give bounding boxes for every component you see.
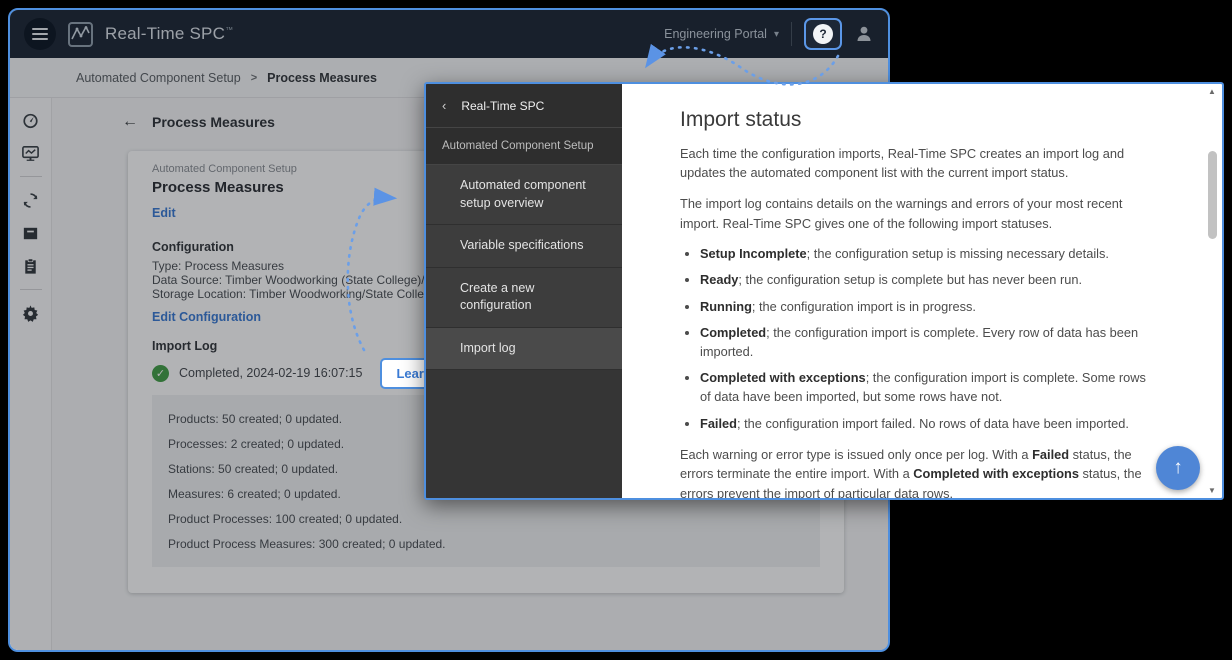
help-nav-back[interactable]: ‹ Real-Time SPC [426,84,622,128]
bullet-setup-incomplete: Setup Incomplete; the configuration setu… [700,245,1156,264]
help-nav-item-overview[interactable]: Automated component setup overview [426,165,622,225]
chevron-left-icon: ‹ [442,98,446,113]
help-panel: ‹ Real-Time SPC Automated Component Setu… [424,82,1224,500]
bullet-ready: Ready; the configuration setup is comple… [700,271,1156,290]
help-button[interactable]: ? [804,18,842,50]
bullet-completed: Completed; the configuration import is c… [700,324,1156,361]
bullet-failed: Failed; the configuration import failed.… [700,415,1156,434]
help-nav-section-label: Automated Component Setup [426,128,622,165]
help-icon: ? [813,24,833,44]
help-nav-item-variable-specs[interactable]: Variable specifications [426,225,622,268]
scrollbar-thumb[interactable] [1208,151,1217,239]
scroll-down-icon[interactable]: ▼ [1208,486,1216,495]
status-bullet-list: Setup Incomplete; the configuration setu… [680,245,1156,433]
article-paragraph-2: The import log contains details on the w… [680,194,1156,232]
article-paragraph-1: Each time the configuration imports, Rea… [680,144,1156,182]
bullet-completed-with-exceptions: Completed with exceptions; the configura… [700,369,1156,406]
up-arrow-icon: ↑ [1173,457,1183,479]
help-nav: ‹ Real-Time SPC Automated Component Setu… [426,84,622,498]
article-paragraph-3: Each warning or error type is issued onl… [680,445,1156,500]
help-nav-item-create-config[interactable]: Create a new configuration [426,268,622,328]
scroll-up-icon[interactable]: ▲ [1208,87,1216,96]
help-nav-back-label: Real-Time SPC [461,99,544,113]
article-title: Import status [680,108,1156,132]
bullet-running: Running; the configuration import is in … [700,298,1156,317]
help-scrollbar[interactable]: ▲ ▼ [1206,87,1219,495]
help-nav-item-import-log[interactable]: Import log [426,328,622,371]
help-article: Import status Each time the configuratio… [622,84,1222,498]
help-nav-filler [426,370,622,498]
back-to-top-button[interactable]: ↑ [1156,446,1200,490]
